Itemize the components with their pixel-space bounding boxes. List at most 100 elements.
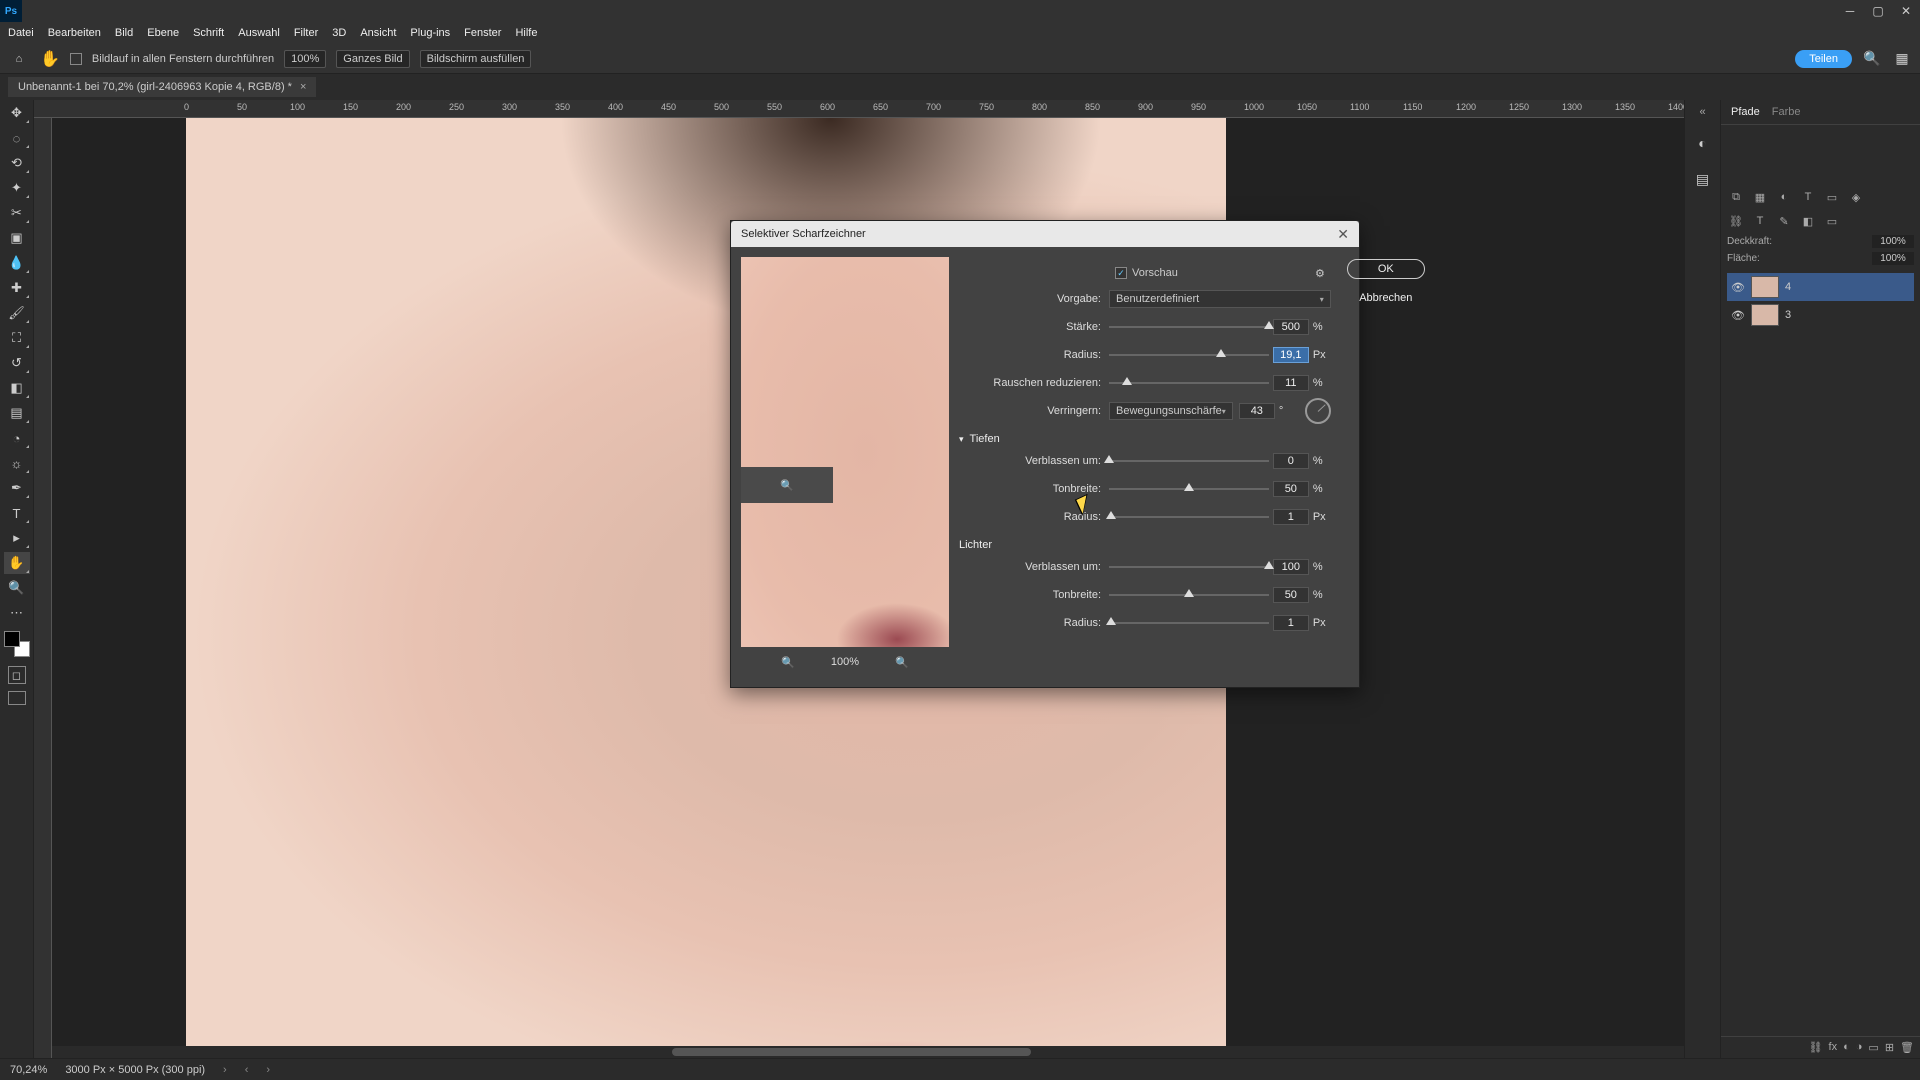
- filter-type-icon[interactable]: T: [1799, 189, 1817, 205]
- workspace-icon[interactable]: ▦: [1892, 50, 1912, 67]
- filter-shape-icon[interactable]: ▭: [1823, 189, 1841, 205]
- eyedropper-tool[interactable]: 💧: [4, 252, 30, 274]
- angle-dial[interactable]: [1305, 398, 1331, 424]
- shadows-radius-slider[interactable]: [1109, 510, 1269, 524]
- dialog-settings-icon[interactable]: ⚙: [1315, 267, 1325, 280]
- menu-filter[interactable]: Filter: [294, 27, 318, 39]
- lasso-tool[interactable]: ⟲: [4, 152, 30, 174]
- visibility-icon[interactable]: 👁: [1731, 281, 1745, 294]
- highlights-fade-slider[interactable]: [1109, 560, 1269, 574]
- scroll-all-windows-checkbox[interactable]: [70, 53, 82, 65]
- pen-tool[interactable]: ✒: [4, 477, 30, 499]
- dialog-titlebar[interactable]: Selektiver Scharfzeichner ✕: [731, 221, 1359, 247]
- move-tool[interactable]: ✥: [4, 102, 30, 124]
- heal-tool[interactable]: ✚: [4, 277, 30, 299]
- document-tab[interactable]: Unbenannt-1 bei 70,2% (girl-2406963 Kopi…: [8, 77, 316, 97]
- fx-icon[interactable]: fx: [1829, 1041, 1838, 1054]
- histogram-panel-icon[interactable]: ◐: [1692, 132, 1714, 154]
- opacity-value[interactable]: 100%: [1872, 235, 1914, 248]
- minimize-button[interactable]: ─: [1836, 0, 1864, 22]
- radius-input[interactable]: 19,1: [1273, 347, 1309, 363]
- quick-mask-toggle[interactable]: ◻: [8, 666, 26, 684]
- menu-fenster[interactable]: Fenster: [464, 27, 501, 39]
- fill-value[interactable]: 100%: [1872, 252, 1914, 265]
- zoom-in-icon[interactable]: 🔍: [895, 656, 909, 669]
- filter-smart-icon[interactable]: ◈: [1847, 189, 1865, 205]
- status-chevron-icon[interactable]: ›: [223, 1064, 227, 1076]
- reduce-dropdown[interactable]: Bewegungsunschärfe ▾: [1109, 402, 1233, 420]
- highlights-tone-input[interactable]: 50: [1273, 587, 1309, 603]
- highlights-fade-input[interactable]: 100: [1273, 559, 1309, 575]
- shadows-fade-slider[interactable]: [1109, 454, 1269, 468]
- link-icon[interactable]: ⛓: [1727, 213, 1745, 229]
- horizontal-scrollbar[interactable]: [52, 1046, 1684, 1058]
- tab-farbe[interactable]: Farbe: [1772, 106, 1801, 118]
- highlights-tone-slider[interactable]: [1109, 588, 1269, 602]
- status-prev-icon[interactable]: ‹: [245, 1064, 249, 1076]
- dodge-tool[interactable]: ☼: [4, 452, 30, 474]
- search-icon[interactable]: 🔍: [1862, 50, 1882, 67]
- menu-ebene[interactable]: Ebene: [147, 27, 179, 39]
- menu-bild[interactable]: Bild: [115, 27, 133, 39]
- vector-icon[interactable]: ✎: [1775, 213, 1793, 229]
- shadows-tone-input[interactable]: 50: [1273, 481, 1309, 497]
- shadows-radius-input[interactable]: 1: [1273, 509, 1309, 525]
- preview-checkbox[interactable]: ✓: [1115, 267, 1127, 279]
- collapse-chevron-icon[interactable]: «: [1699, 106, 1705, 118]
- noise-reduce-input[interactable]: 11: [1273, 375, 1309, 391]
- menu-hilfe[interactable]: Hilfe: [515, 27, 537, 39]
- angle-input[interactable]: 43: [1239, 403, 1275, 419]
- menu-plug-ins[interactable]: Plug-ins: [410, 27, 450, 39]
- screen-mode-toggle[interactable]: [8, 691, 26, 705]
- shadows-tone-slider[interactable]: [1109, 482, 1269, 496]
- preset-dropdown[interactable]: Benutzerdefiniert ▾: [1109, 290, 1331, 308]
- color-swatches[interactable]: [4, 631, 30, 657]
- zoom-100-button[interactable]: 100%: [284, 50, 326, 68]
- menu-bearbeiten[interactable]: Bearbeiten: [48, 27, 101, 39]
- fit-whole-button[interactable]: Ganzes Bild: [336, 50, 409, 68]
- hand-tool[interactable]: ✋: [4, 552, 30, 574]
- dialog-close-button[interactable]: ✕: [1337, 226, 1349, 243]
- marquee-tool[interactable]: ◌: [4, 127, 30, 149]
- foreground-color-swatch[interactable]: [4, 631, 20, 647]
- close-tab-button[interactable]: ×: [300, 81, 306, 93]
- menu-ansicht[interactable]: Ansicht: [360, 27, 396, 39]
- artboard-icon[interactable]: ▭: [1823, 213, 1841, 229]
- layers-panel-icon[interactable]: ▤: [1692, 168, 1714, 190]
- menu-schrift[interactable]: Schrift: [193, 27, 224, 39]
- group-icon[interactable]: ▭: [1868, 1041, 1878, 1054]
- fill-screen-button[interactable]: Bildschirm ausfüllen: [420, 50, 532, 68]
- tab-pfade[interactable]: Pfade: [1731, 106, 1760, 118]
- maximize-button[interactable]: ▢: [1864, 0, 1892, 22]
- blur-tool[interactable]: ◔: [4, 427, 30, 449]
- home-icon[interactable]: ⌂: [8, 48, 30, 70]
- cancel-button[interactable]: Abbrechen: [1347, 289, 1425, 307]
- filter-adjust-icon[interactable]: ◐: [1775, 189, 1793, 205]
- frame-tool[interactable]: ▣: [4, 227, 30, 249]
- strength-input[interactable]: 500: [1273, 319, 1309, 335]
- highlights-section-header[interactable]: Lichter: [959, 531, 1331, 553]
- type-tool[interactable]: T: [4, 502, 30, 524]
- mask-icon[interactable]: ◧: [1799, 213, 1817, 229]
- text-icon[interactable]: T: [1751, 213, 1769, 229]
- brush-tool[interactable]: 🖌: [4, 302, 30, 324]
- eraser-tool[interactable]: ◧: [4, 377, 30, 399]
- new-layer-icon[interactable]: ⊞: [1885, 1041, 1894, 1054]
- delete-layer-icon[interactable]: 🗑: [1900, 1041, 1914, 1054]
- edit-toolbar[interactable]: ⋯: [4, 602, 30, 624]
- filter-icon[interactable]: ⧉: [1727, 189, 1745, 205]
- gradient-tool[interactable]: ▤: [4, 402, 30, 424]
- zoom-out-icon[interactable]: 🔍: [781, 656, 795, 669]
- ok-button[interactable]: OK: [1347, 259, 1425, 279]
- link-layers-icon[interactable]: ⛓: [1809, 1041, 1823, 1054]
- highlights-radius-slider[interactable]: [1109, 616, 1269, 630]
- mask-add-icon[interactable]: ◐: [1843, 1041, 1850, 1054]
- zoom-tool[interactable]: 🔍: [4, 577, 30, 599]
- highlights-radius-input[interactable]: 1: [1273, 615, 1309, 631]
- shadows-fade-input[interactable]: 0: [1273, 453, 1309, 469]
- layer-item[interactable]: 👁 3: [1727, 301, 1914, 329]
- wand-tool[interactable]: ✦: [4, 177, 30, 199]
- visibility-icon[interactable]: 👁: [1731, 309, 1745, 322]
- menu-3d[interactable]: 3D: [332, 27, 346, 39]
- noise-reduce-slider[interactable]: [1109, 376, 1269, 390]
